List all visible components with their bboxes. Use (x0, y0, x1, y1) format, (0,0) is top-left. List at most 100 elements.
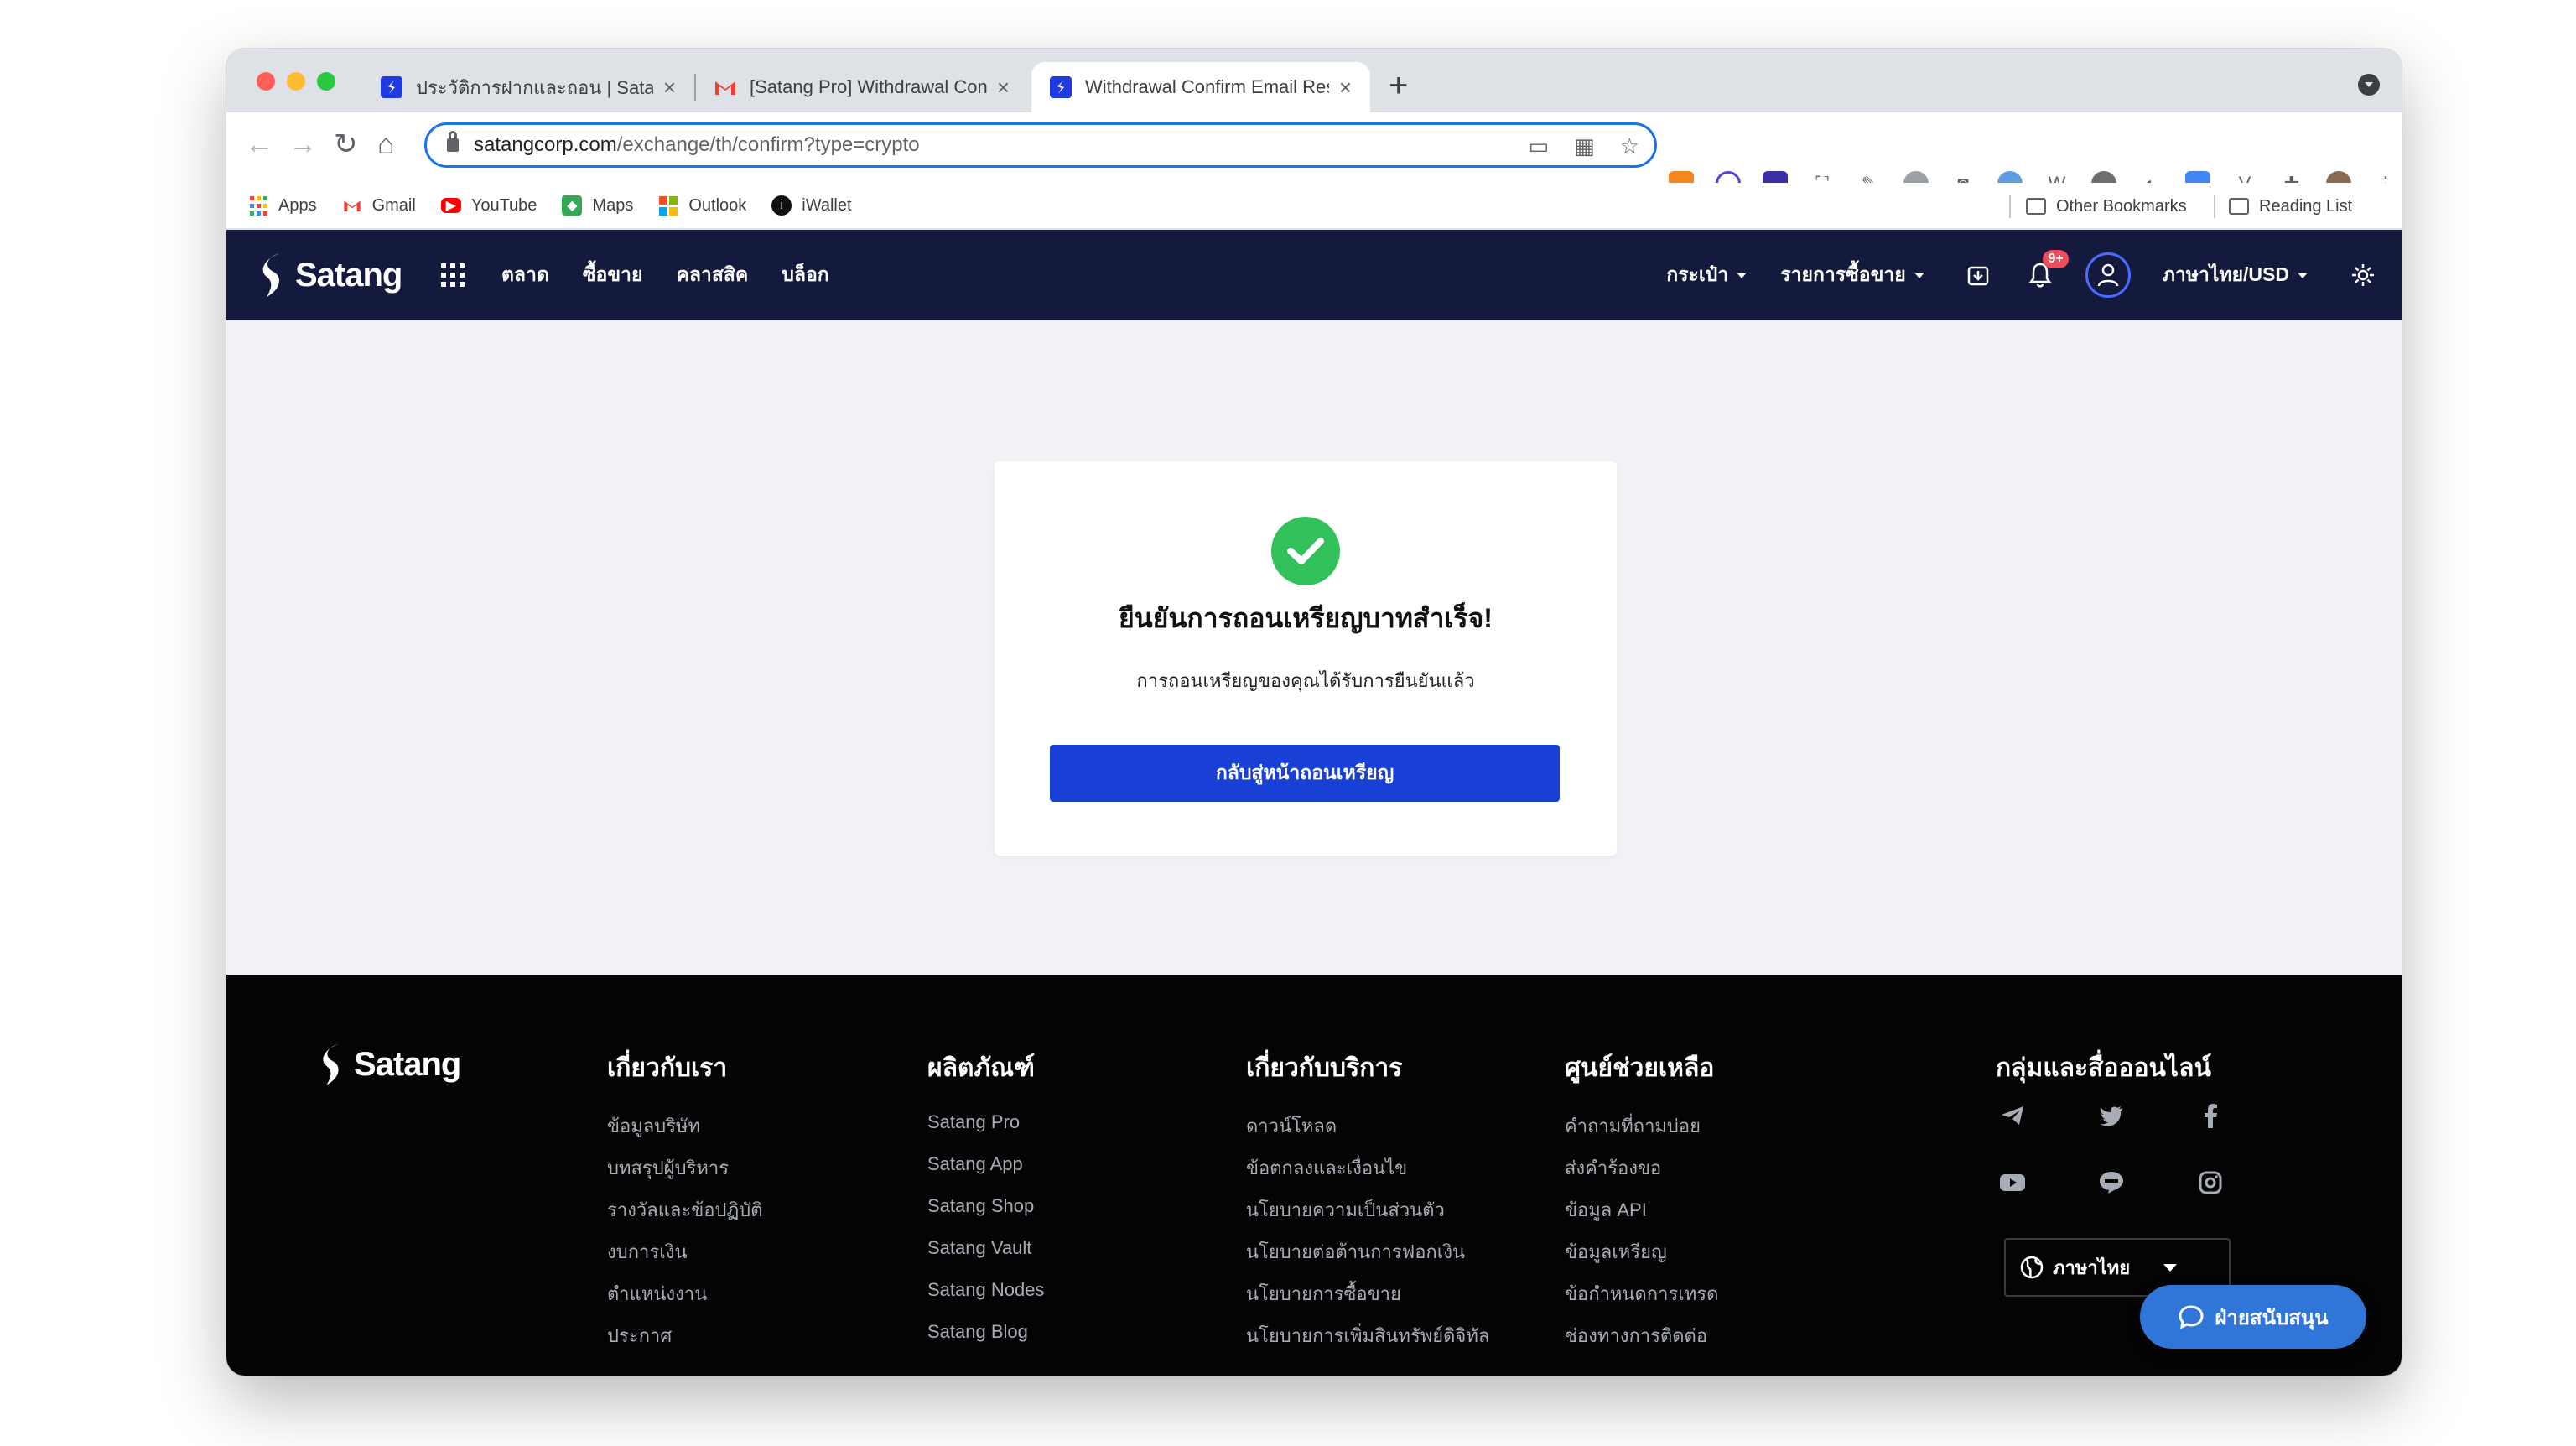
tab-close-icon[interactable]: × (663, 75, 676, 101)
footer-link[interactable]: นโยบายการเพิ่มสินทรัพย์ดิจิทัล (1246, 1321, 1489, 1346)
tab-search-icon[interactable] (2358, 74, 2380, 96)
globe-icon (2020, 1256, 2044, 1279)
bookmarks-separator (2214, 195, 2215, 218)
footer-link[interactable]: ข้อมูล API (1565, 1195, 1718, 1220)
new-tab-button[interactable]: + (1389, 65, 1408, 106)
twitter-icon[interactable] (2095, 1099, 2128, 1132)
cast-icon[interactable]: ▭ (1529, 133, 1550, 159)
footer-satang-logo[interactable]: Satang (319, 1042, 461, 1087)
footer-link[interactable]: ประกาศ (607, 1321, 762, 1346)
tab-deposit-history[interactable]: ประวัติการฝากและถอน | Satangc × (362, 62, 694, 112)
satang-logo[interactable]: Satang (258, 252, 402, 299)
account-avatar-icon[interactable] (2085, 252, 2131, 298)
line-icon[interactable] (2095, 1166, 2128, 1199)
support-chat-button[interactable]: ฝ่ายสนับสนุน (2140, 1285, 2366, 1349)
tab-close-icon[interactable]: × (997, 75, 1010, 101)
other-bookmarks-label: Other Bookmarks (2056, 196, 2187, 216)
footer-link[interactable]: นโยบายการซื้อขาย (1246, 1279, 1489, 1304)
gmail-icon (342, 195, 362, 216)
other-bookmarks[interactable]: Other Bookmarks (2026, 183, 2187, 230)
social-icons (1996, 1099, 2241, 1199)
bookmark-label: YouTube (470, 195, 538, 215)
notification-badge: 9+ (2043, 250, 2069, 268)
nav-blog[interactable]: บล็อก (782, 260, 828, 290)
footer-link[interactable]: งบการเงิน (607, 1237, 762, 1262)
bookmark-star-icon[interactable]: ☆ (1620, 133, 1639, 159)
youtube-icon[interactable] (1996, 1166, 2029, 1199)
nav-market[interactable]: ตลาด (501, 260, 549, 290)
footer-link[interactable]: ดาวน์โหลด (1246, 1111, 1489, 1137)
footer-link[interactable]: Satang App (927, 1153, 1044, 1175)
brand-name: Satang (295, 256, 402, 294)
success-check-icon (1271, 517, 1340, 585)
bookmark-iwallet[interactable]: i iWallet (771, 195, 852, 216)
header-actions: กระเป๋า รายการซื้อขาย 9+ ภาษาไทย/USD (1666, 230, 2402, 320)
bookmark-label: Outlook (688, 195, 747, 215)
qr-code-icon[interactable]: ▦ (1574, 133, 1595, 159)
orders-dropdown[interactable]: รายการซื้อขาย (1780, 260, 1924, 290)
minimize-window-button[interactable] (287, 72, 305, 91)
close-window-button[interactable] (257, 72, 275, 91)
reload-icon[interactable]: ↻ (334, 127, 358, 161)
download-box-icon[interactable] (1961, 258, 1995, 292)
iwallet-icon: i (771, 195, 792, 216)
bookmark-label: Gmail (371, 195, 416, 215)
satang-favicon-icon (381, 76, 402, 98)
bookmark-label: Maps (592, 195, 634, 215)
footer-link[interactable]: คำถามที่ถามบ่อย (1565, 1111, 1718, 1137)
language-currency-dropdown[interactable]: ภาษาไทย/USD (2163, 260, 2308, 290)
language-label: ภาษาไทย (2053, 1256, 2131, 1278)
gear-icon[interactable] (2346, 258, 2380, 292)
back-to-withdraw-button[interactable]: กลับสู่หน้าถอนเหรียญ (1050, 745, 1560, 802)
footer-link[interactable]: รางวัลและข้อปฏิบัติ (607, 1195, 762, 1220)
footer-link[interactable]: ข้อตกลงและเงื่อนไข (1246, 1153, 1489, 1178)
maps-icon: ◆ (562, 195, 583, 216)
footer-link[interactable]: Satang Nodes (927, 1279, 1044, 1301)
back-arrow-icon[interactable]: ← (245, 127, 273, 161)
nav-trade[interactable]: ซื้อขาย (583, 260, 643, 290)
apps-grid-icon (248, 195, 268, 216)
confirm-subtitle: การถอนเหรียญของคุณได้รับการยืนยันแล้ว (1136, 670, 1475, 691)
tab-withdrawal-confirm[interactable]: Withdrawal Confirm Email Resu × (1031, 62, 1370, 112)
tab-title: [Satang Pro] Withdrawal Confir (750, 76, 987, 97)
wallet-dropdown[interactable]: กระเป๋า (1666, 260, 1747, 290)
bookmark-youtube[interactable]: ▶ YouTube (440, 195, 538, 216)
zoom-window-button[interactable] (317, 72, 335, 91)
footer-link[interactable]: ข้อมูลบริษัท (607, 1111, 762, 1137)
address-bar[interactable]: satangcorp.com/exchange/th/confirm?type=… (424, 122, 1657, 168)
bookmark-apps[interactable]: Apps (248, 195, 317, 216)
reading-list[interactable]: Reading List (2229, 183, 2352, 230)
tab-gmail[interactable]: [Satang Pro] Withdrawal Confir × (696, 62, 1028, 112)
footer-link[interactable]: นโยบายต่อต้านการฟอกเงิน (1246, 1237, 1489, 1262)
notification-bell-icon[interactable]: 9+ (2023, 250, 2069, 292)
footer-heading: เกี่ยวกับบริการ (1246, 1054, 1403, 1082)
footer-link[interactable]: ข้อกำหนดการเทรด (1565, 1279, 1718, 1304)
bookmark-outlook[interactable]: Outlook (658, 195, 746, 216)
bookmark-gmail[interactable]: Gmail (342, 195, 416, 216)
footer-link[interactable]: นโยบายความเป็นส่วนตัว (1246, 1195, 1489, 1220)
footer-heading: กลุ่มและสื่อออนไลน์ (1996, 1054, 2212, 1082)
home-icon[interactable]: ⌂ (377, 127, 395, 161)
chevron-down-icon (2163, 1263, 2178, 1272)
footer-link[interactable]: ส่งคำร้องขอ (1565, 1153, 1718, 1178)
footer-link[interactable]: ช่องทางการติดต่อ (1565, 1321, 1718, 1346)
tab-title: Withdrawal Confirm Email Resu (1085, 76, 1329, 97)
nav-classic[interactable]: คลาสสิค (676, 260, 748, 290)
app-grid-icon[interactable] (441, 263, 465, 287)
footer-heading: ศูนย์ช่วยเหลือ (1565, 1054, 1715, 1082)
footer-heading: ผลิตภัณฑ์ (927, 1054, 1035, 1082)
footer-link[interactable]: บทสรุปผู้บริหาร (607, 1153, 762, 1178)
instagram-icon[interactable] (2194, 1166, 2227, 1199)
footer-link[interactable]: Satang Blog (927, 1321, 1044, 1343)
telegram-icon[interactable] (1996, 1099, 2029, 1132)
footer-link[interactable]: Satang Shop (927, 1195, 1044, 1217)
facebook-icon[interactable] (2194, 1099, 2227, 1132)
tab-close-icon[interactable]: × (1339, 75, 1352, 101)
bookmark-maps[interactable]: ◆ Maps (562, 195, 633, 216)
forward-arrow-icon[interactable]: → (288, 127, 317, 161)
footer-link[interactable]: ข้อมูลเหรียญ (1565, 1237, 1718, 1262)
footer-link[interactable]: ตำแหน่งงาน (607, 1279, 762, 1304)
footer-link[interactable]: Satang Vault (927, 1237, 1044, 1259)
url-text: satangcorp.com/exchange/th/confirm?type=… (474, 133, 920, 157)
footer-link[interactable]: Satang Pro (927, 1111, 1044, 1133)
